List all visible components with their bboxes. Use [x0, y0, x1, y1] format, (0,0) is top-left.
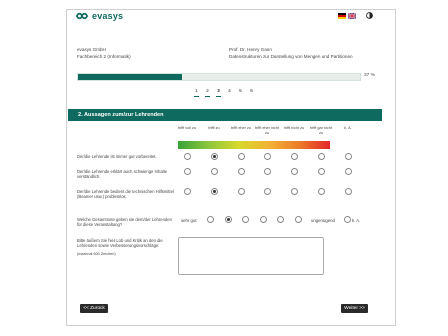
rating-radio[interactable]	[238, 153, 245, 160]
section-header: 2. Aussagen zum/zur Lehrenden	[68, 109, 382, 121]
rating-radio[interactable]	[345, 168, 352, 175]
de-flag-icon[interactable]	[338, 13, 346, 19]
scale-header: trifft eher nicht zu	[255, 126, 279, 135]
rating-radio[interactable]	[238, 188, 245, 195]
progress-fill	[78, 74, 183, 80]
scale-gradient-bar	[178, 141, 330, 149]
page-link-2[interactable]: 2	[205, 89, 210, 97]
overall-question-text: Welche Gesamtnote geben sie dem/der Lehr…	[77, 217, 172, 227]
overall-left-label: sehr gut	[181, 218, 197, 223]
rating-radio[interactable]	[345, 188, 352, 195]
comment-label: Bitte äußern Sie hier Lob und Kritik an …	[77, 238, 163, 248]
rating-radio[interactable]	[211, 168, 218, 175]
page-link-6[interactable]: 6	[249, 89, 254, 97]
logo-text: evasys	[92, 11, 124, 21]
rating-radio[interactable]	[318, 168, 325, 175]
overall-na-label: k. A.	[352, 218, 361, 223]
rating-radio[interactable]	[264, 168, 271, 175]
rating-radio[interactable]	[264, 188, 271, 195]
scale-header: trifft nicht zu	[283, 126, 305, 130]
grade-radio[interactable]	[277, 216, 284, 223]
section-title: 2. Aussagen zum/zur Lehrenden	[78, 112, 164, 118]
grade-radio[interactable]	[225, 216, 232, 223]
course-name: Datenstrukturen zur Darstellung von Meng…	[229, 54, 353, 59]
lecturer-name: Prof. Dr. Henry Gann	[229, 47, 272, 52]
scale-header: trifft voll zu	[177, 126, 197, 130]
comment-textarea[interactable]	[178, 237, 324, 275]
rating-radio[interactable]	[318, 153, 325, 160]
rating-radio[interactable]	[291, 168, 298, 175]
page-link-5[interactable]: 5	[238, 89, 243, 97]
page-link-3[interactable]: 3	[216, 89, 221, 97]
page-link-4[interactable]: 4	[227, 89, 232, 97]
scale-header: trifft gar nicht zu	[310, 126, 332, 135]
progress-bar	[77, 73, 361, 81]
scale-header: k. A.	[344, 126, 352, 130]
rating-radio[interactable]	[291, 153, 298, 160]
grade-radio[interactable]	[260, 216, 267, 223]
grade-radio[interactable]	[295, 216, 302, 223]
rating-radio[interactable]	[345, 153, 352, 160]
question-text: Der/die Lehrende erklärt auch schwierige…	[77, 169, 168, 179]
grade-na-radio[interactable]	[344, 216, 351, 223]
scale-header: trifft zu	[208, 126, 220, 130]
contrast-icon[interactable]	[366, 12, 373, 21]
question-text: Der/die Lehrende ist immer gut vorbereit…	[77, 154, 157, 159]
org-name: evasys GmbH	[77, 47, 106, 52]
rating-radio[interactable]	[211, 188, 218, 195]
page-link-1[interactable]: 1	[194, 89, 199, 97]
next-button[interactable]: Weiter >>	[341, 304, 368, 313]
evasys-logo: evasys	[76, 11, 123, 21]
progress-percent: 37 %	[364, 73, 375, 78]
grade-radio[interactable]	[242, 216, 249, 223]
uk-flag-icon[interactable]	[348, 13, 356, 19]
comment-hint: (maximal 600 Zeichen)	[77, 252, 116, 256]
rating-radio[interactable]	[184, 168, 191, 175]
department: Fachbereich 2 (Informatik)	[77, 54, 131, 59]
evasys-logo-icon	[76, 12, 88, 20]
rating-radio[interactable]	[184, 153, 191, 160]
scale-header: trifft eher zu	[231, 126, 251, 130]
rating-radio[interactable]	[211, 153, 218, 160]
rating-radio[interactable]	[291, 188, 298, 195]
question-text: Der/die Lehrende bedient die technischen…	[77, 189, 174, 199]
language-selector	[338, 13, 356, 19]
back-button[interactable]: << Zurück	[80, 304, 108, 313]
rating-radio[interactable]	[264, 153, 271, 160]
rating-radio[interactable]	[238, 168, 245, 175]
overall-right-label: ungenügend	[311, 218, 335, 223]
page-navigation: 123456	[194, 89, 254, 97]
grade-radio[interactable]	[207, 216, 214, 223]
rating-radio[interactable]	[184, 188, 191, 195]
rating-radio[interactable]	[318, 188, 325, 195]
